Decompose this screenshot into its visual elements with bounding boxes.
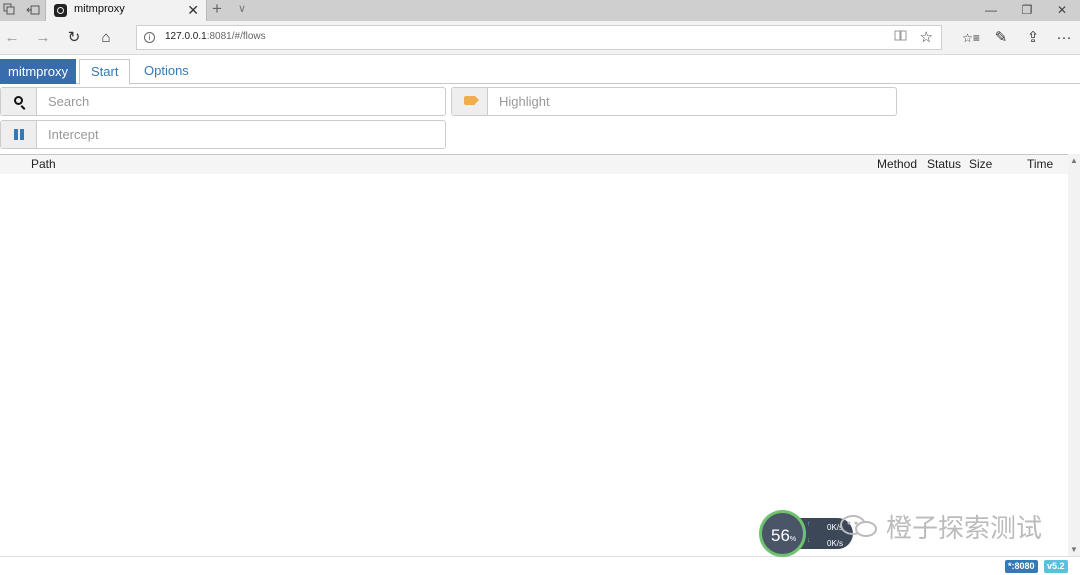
refresh-icon[interactable]: ↻	[64, 28, 84, 48]
intercept-placeholder: Intercept	[48, 127, 99, 142]
memory-usage-percent: 56%	[771, 526, 797, 545]
column-time[interactable]: Time	[1027, 157, 1053, 171]
share-icon[interactable]: ⇪	[1023, 28, 1043, 48]
home-icon[interactable]: ⌂	[96, 28, 116, 48]
watermark-text: 橙子探索测试	[886, 514, 1043, 544]
favorite-star-icon[interactable]: ☆	[920, 28, 933, 46]
search-addon	[1, 88, 37, 115]
set-tabs-aside-icon[interactable]	[26, 3, 40, 17]
site-info-icon[interactable]: i	[144, 32, 155, 43]
wechat-logo-icon	[840, 514, 880, 538]
web-notes-icon[interactable]: ✎	[991, 28, 1011, 48]
upload-arrow-icon: ↑	[807, 521, 811, 528]
highlight-addon	[452, 88, 488, 115]
highlight-input[interactable]: Highlight	[451, 87, 897, 116]
search-input[interactable]: Search	[0, 87, 446, 116]
mitmproxy-header: mitmproxy Start Options	[0, 58, 1080, 85]
pause-icon	[14, 129, 24, 140]
listen-address-badge: *:8080	[1005, 560, 1038, 573]
browser-tab[interactable]: mitmproxy ✕	[45, 0, 207, 21]
search-placeholder: Search	[48, 94, 90, 109]
flow-table-scrollbar[interactable]: ▲ ▼	[1068, 154, 1080, 556]
download-rate: 0K/s	[827, 539, 844, 548]
back-icon[interactable]: ←	[2, 28, 22, 48]
brand-label: mitmproxy	[0, 59, 76, 84]
tab-start[interactable]: Start	[79, 59, 131, 85]
more-icon[interactable]: ···	[1054, 28, 1074, 48]
status-footer: *:8080 v5.2	[0, 556, 1080, 575]
tab-list-icon[interactable]	[3, 3, 17, 17]
version-badge: v5.2	[1044, 560, 1068, 573]
flow-table-header: Path Method Status Size Time	[0, 155, 1068, 174]
tag-icon	[464, 96, 479, 105]
favorites-list-icon[interactable]: ☆≡	[961, 28, 981, 48]
column-method[interactable]: Method	[877, 157, 917, 171]
forward-icon[interactable]: →	[33, 28, 53, 48]
download-arrow-icon: ↓	[807, 537, 811, 544]
column-status[interactable]: Status	[927, 157, 961, 171]
window-close-icon[interactable]: ✕	[1044, 0, 1080, 21]
search-icon	[14, 96, 23, 105]
highlight-placeholder: Highlight	[499, 94, 550, 109]
address-bar[interactable]: i 127.0.0.1:8081/#/flows ☆	[136, 25, 942, 50]
new-tab-icon[interactable]: +	[212, 0, 222, 19]
flow-table: Path Method Status Size Time	[0, 154, 1068, 556]
tab-options[interactable]: Options	[133, 59, 200, 84]
scroll-down-icon[interactable]: ▼	[1070, 545, 1078, 554]
column-path[interactable]: Path	[31, 157, 56, 171]
intercept-addon	[1, 121, 37, 148]
url-text[interactable]: 127.0.0.1:8081/#/flows	[165, 31, 266, 42]
column-size[interactable]: Size	[969, 157, 992, 171]
browser-tab-strip: mitmproxy ✕ + ∨ — ❐ ✕	[0, 0, 1080, 21]
reading-view-icon[interactable]	[894, 29, 907, 45]
restore-icon[interactable]: ❐	[1009, 0, 1045, 21]
mitmproxy-favicon-icon	[54, 4, 67, 17]
intercept-input[interactable]: Intercept	[0, 120, 446, 149]
tab-title: mitmproxy	[74, 3, 125, 15]
memory-usage-ring: 56%	[759, 510, 806, 557]
tab-preview-chevron-icon[interactable]: ∨	[238, 2, 246, 15]
minimize-icon[interactable]: —	[973, 0, 1009, 21]
browser-nav-bar: ← → ↻ ⌂ i 127.0.0.1:8081/#/flows ☆ ☆≡ ✎ …	[0, 21, 1080, 55]
scroll-up-icon[interactable]: ▲	[1070, 156, 1078, 165]
tab-close-icon[interactable]: ✕	[187, 1, 199, 19]
